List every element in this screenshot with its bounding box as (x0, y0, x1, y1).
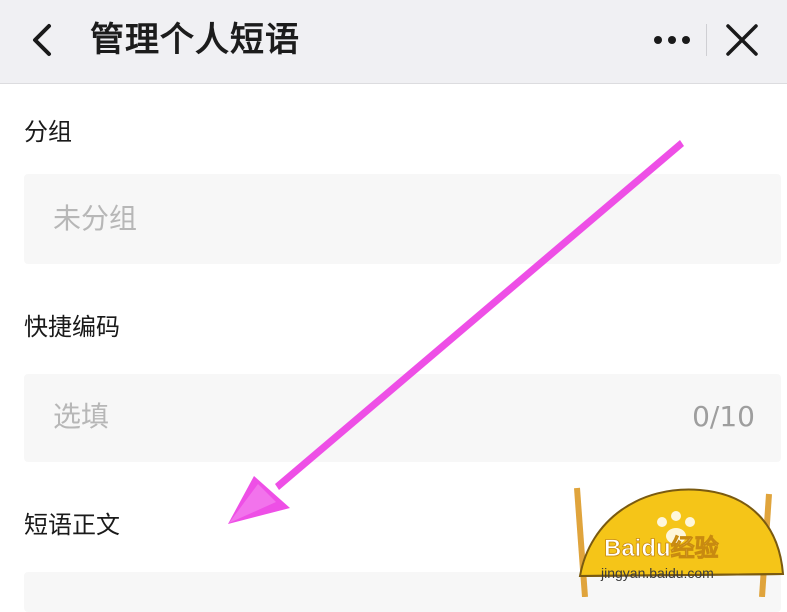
shortcut-placeholder: 选填 (53, 400, 110, 433)
char-counter: 0/10 (692, 400, 755, 433)
chevron-left-icon (33, 24, 51, 56)
group-field[interactable]: 未分组 (24, 174, 781, 264)
header-divider (706, 24, 707, 56)
shortcut-input[interactable]: 选填 0/10 (24, 374, 781, 462)
more-button[interactable] (650, 22, 694, 58)
more-horizontal-icon (654, 36, 690, 44)
annotation-arrow (228, 140, 684, 524)
shortcut-label: 快捷编码 (24, 313, 120, 341)
baidu-watermark: Baidu经验 jingyan.baidu.com (574, 487, 785, 597)
back-button[interactable] (22, 18, 62, 62)
page-title: 管理个人短语 (90, 20, 300, 60)
title-bar: 管理个人短语 (0, 0, 787, 84)
group-placeholder: 未分组 (53, 202, 138, 235)
body-label: 短语正文 (24, 511, 120, 539)
watermark-brand: Baidu经验 (604, 534, 719, 562)
close-button[interactable] (718, 18, 766, 62)
body-textarea[interactable] (24, 572, 781, 612)
group-label: 分组 (24, 118, 72, 146)
close-icon (726, 24, 758, 56)
